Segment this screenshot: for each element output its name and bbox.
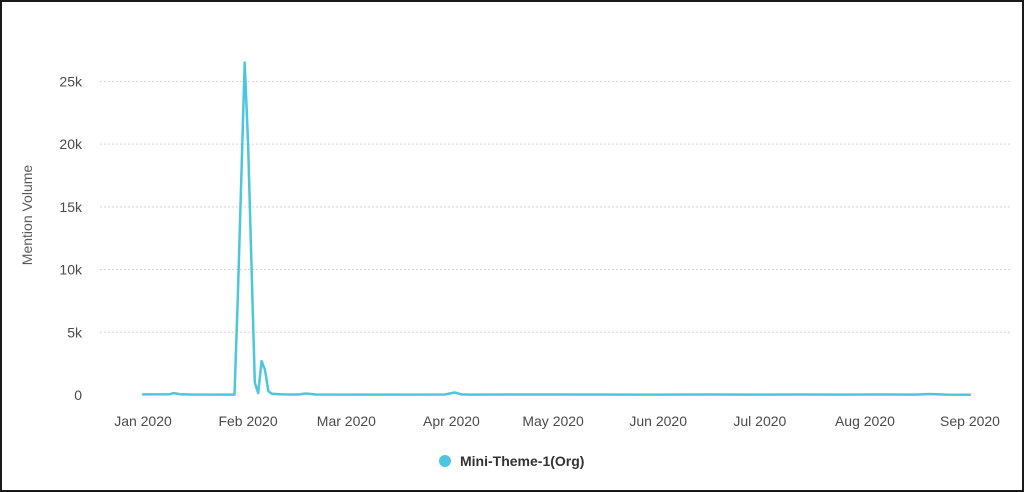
x-tick-label: Feb 2020 <box>218 413 277 429</box>
y-tick-label: 25k <box>59 73 83 89</box>
y-axis-ticks: 0 5k 10k 15k 20k 25k <box>59 73 83 403</box>
y-tick-label: 5k <box>67 324 83 340</box>
y-tick-label: 0 <box>74 387 82 403</box>
x-tick-label: Apr 2020 <box>423 413 480 429</box>
x-tick-label: Jul 2020 <box>733 413 786 429</box>
series-line <box>141 61 972 396</box>
y-tick-label: 15k <box>59 199 83 215</box>
series-layer <box>141 61 972 396</box>
x-tick-label: Jun 2020 <box>629 413 687 429</box>
legend[interactable]: Mini-Theme-1(Org) <box>439 453 584 469</box>
x-axis-ticks: Jan 2020 Feb 2020 Mar 2020 Apr 2020 May 2020… <box>114 413 1000 429</box>
y-tick-label: 10k <box>59 262 83 278</box>
legend-label: Mini-Theme-1(Org) <box>460 453 584 469</box>
line-chart: 0 5k 10k 15k 20k 25k Jan 2020 Feb 2020 Mar 2020… <box>19 61 1012 469</box>
x-tick-label: Jan 2020 <box>114 413 172 429</box>
legend-swatch <box>439 455 451 467</box>
x-tick-label: Mar 2020 <box>317 413 376 429</box>
y-tick-label: 20k <box>59 136 83 152</box>
x-tick-label: Aug 2020 <box>835 413 895 429</box>
x-tick-label: Sep 2020 <box>940 413 1000 429</box>
y-axis-title: Mention Volume <box>19 165 35 266</box>
x-tick-label: May 2020 <box>522 413 584 429</box>
